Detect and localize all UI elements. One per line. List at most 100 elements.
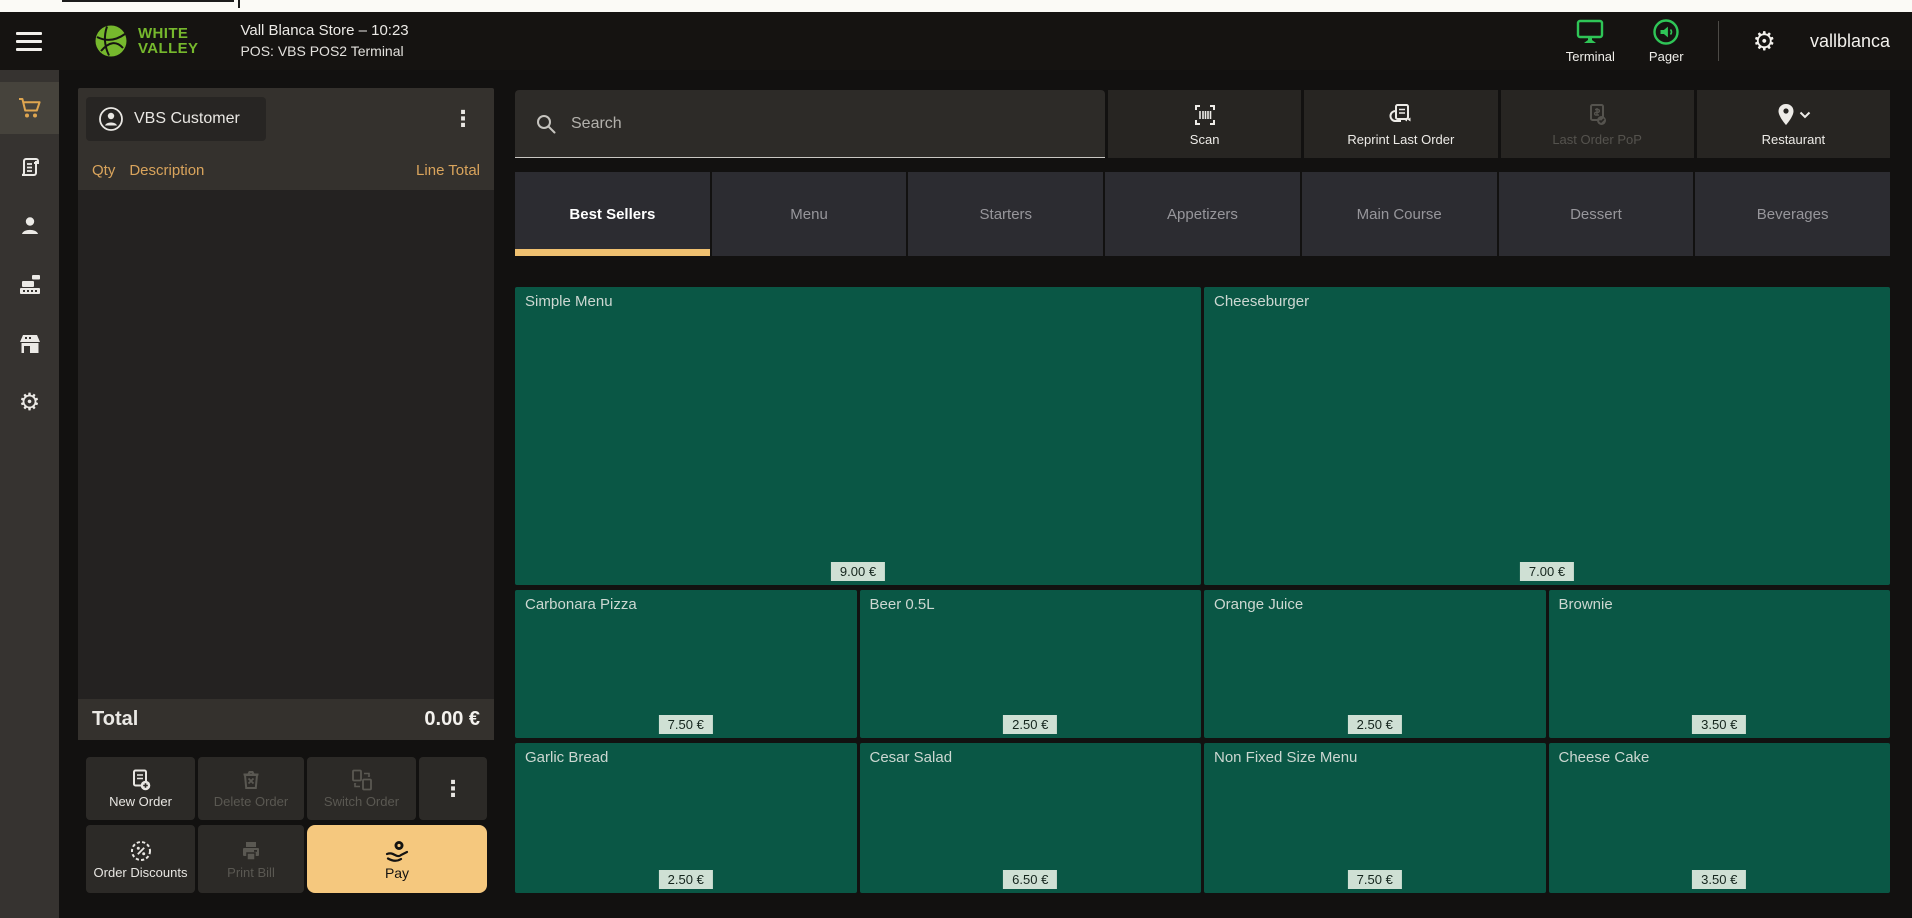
- price-badge: 2.50 €: [1348, 715, 1402, 734]
- customer-circle-icon: [98, 106, 124, 132]
- orders-receipt-icon: [18, 155, 42, 179]
- logo-wordmark: WHITE VALLEY: [138, 26, 198, 56]
- printer-icon: [239, 839, 263, 863]
- store-info: Vall Blanca Store – 10:23 POS: VBS POS2 …: [240, 21, 408, 61]
- pay-button[interactable]: Pay: [307, 825, 487, 893]
- new-order-button[interactable]: New Order: [86, 757, 195, 820]
- product-tile-cheeseburger[interactable]: Cheeseburger 7.00 €: [1204, 287, 1890, 585]
- print-bill-button[interactable]: Print Bill: [198, 825, 304, 893]
- delete-order-trash-icon: [239, 768, 263, 792]
- topbar-divider: [1718, 21, 1719, 61]
- browser-edge-artifact-tick: [238, 0, 240, 8]
- category-tabs: Best SellersMenuStartersAppetizersMain C…: [515, 172, 1890, 256]
- tab-dessert[interactable]: Dessert: [1499, 172, 1694, 256]
- new-order-icon: [129, 768, 153, 792]
- tab-appetizers[interactable]: Appetizers: [1105, 172, 1300, 256]
- order-lines-empty: [78, 190, 494, 699]
- last-order-pop-icon: [1584, 102, 1610, 128]
- price-badge: 7.50 €: [1348, 870, 1402, 889]
- settings-gear-icon: ⚙: [19, 391, 41, 415]
- price-badge: 9.00 €: [831, 562, 885, 581]
- switch-order-button[interactable]: Switch Order: [307, 757, 416, 820]
- product-tile-carbonara-pizza[interactable]: Carbonara Pizza 7.50 €: [515, 590, 857, 738]
- scan-button[interactable]: Scan: [1108, 90, 1301, 158]
- order-panel-menu-button[interactable]: ⋮: [444, 104, 482, 134]
- search-bar[interactable]: [515, 90, 1105, 158]
- store-icon: [17, 332, 43, 356]
- sidebar-item-store[interactable]: [0, 318, 59, 370]
- price-badge: 7.50 €: [659, 715, 713, 734]
- location-pin-icon: [1775, 102, 1797, 128]
- sidebar-item-cash-register[interactable]: [0, 259, 59, 311]
- price-badge: 3.50 €: [1692, 715, 1746, 734]
- order-actions: New Order Delete Order Switch Order ⋮ O: [86, 757, 488, 893]
- reprint-last-order-button[interactable]: Reprint Last Order: [1304, 90, 1497, 158]
- catalog-toolbar: Scan Reprint Last Order Last Order PoP: [515, 90, 1890, 158]
- price-badge: 6.50 €: [1003, 870, 1057, 889]
- settings-gear-button[interactable]: ⚙: [1753, 28, 1776, 54]
- store-name-time: Vall Blanca Store – 10:23: [240, 21, 408, 41]
- discount-badge-icon: [129, 839, 153, 863]
- globe-logo-icon: [92, 22, 130, 60]
- order-discounts-button[interactable]: Order Discounts: [86, 825, 195, 893]
- col-line-total: Line Total: [416, 162, 480, 179]
- tab-best-sellers[interactable]: Best Sellers: [515, 172, 710, 256]
- gear-icon: ⚙: [1753, 26, 1776, 56]
- terminal-monitor-icon: [1575, 19, 1605, 46]
- terminal-status[interactable]: Terminal: [1566, 19, 1615, 64]
- barcode-scan-icon: [1192, 102, 1218, 128]
- product-tile-simple-menu[interactable]: Simple Menu 9.00 €: [515, 287, 1201, 585]
- sidebar-item-customers[interactable]: [0, 200, 59, 252]
- browser-edge-strip: [0, 0, 1912, 12]
- col-description: Description: [129, 162, 204, 179]
- product-tile-beer-0-5l[interactable]: Beer 0.5L 2.50 €: [860, 590, 1202, 738]
- col-qty: Qty: [92, 162, 115, 179]
- order-panel: VBS Customer ⋮ Qty Description Line Tota…: [78, 88, 494, 740]
- search-icon: [535, 113, 557, 135]
- product-tile-orange-juice[interactable]: Orange Juice 2.50 €: [1204, 590, 1546, 738]
- price-badge: 2.50 €: [1003, 715, 1057, 734]
- white-valley-logo: WHITE VALLEY: [92, 22, 198, 60]
- hamburger-menu-button[interactable]: [16, 32, 50, 51]
- customer-name: VBS Customer: [134, 110, 240, 128]
- customer-select-button[interactable]: VBS Customer: [86, 97, 266, 141]
- tab-menu[interactable]: Menu: [712, 172, 907, 256]
- product-tile-garlic-bread[interactable]: Garlic Bread 2.50 €: [515, 743, 857, 893]
- product-tile-brownie[interactable]: Brownie 3.50 €: [1549, 590, 1891, 738]
- price-badge: 3.50 €: [1692, 870, 1746, 889]
- pager-status[interactable]: Pager: [1649, 18, 1684, 64]
- product-tile-cesar-salad[interactable]: Cesar Salad 6.50 €: [860, 743, 1202, 893]
- cart-icon: [17, 96, 43, 120]
- more-order-actions-button[interactable]: ⋮: [419, 757, 487, 820]
- hamburger-icon: [16, 32, 42, 35]
- product-grid: Simple Menu 9.00 € Cheeseburger 7.00 € C…: [515, 287, 1890, 893]
- terminal-label: Terminal: [1566, 49, 1615, 64]
- total-label: Total: [92, 708, 138, 731]
- total-value: 0.00 €: [424, 708, 480, 731]
- pos-terminal-name: POS: VBS POS2 Terminal: [240, 41, 408, 61]
- reprint-receipt-icon: [1388, 102, 1414, 128]
- product-tile-cheese-cake[interactable]: Cheese Cake 3.50 €: [1549, 743, 1891, 893]
- cash-register-icon: [17, 273, 43, 297]
- sidebar-item-settings[interactable]: ⚙: [0, 377, 59, 429]
- pay-hand-coin-icon: [384, 839, 410, 863]
- tab-main-course[interactable]: Main Course: [1302, 172, 1497, 256]
- sidebar-item-orders[interactable]: [0, 141, 59, 193]
- top-app-bar: WHITE VALLEY Vall Blanca Store – 10:23 P…: [0, 12, 1912, 70]
- restaurant-selector-button[interactable]: Restaurant: [1697, 90, 1890, 158]
- search-input[interactable]: [571, 115, 1051, 133]
- logged-in-username: vallblanca: [1810, 31, 1890, 52]
- chevron-down-icon: [1799, 111, 1811, 119]
- left-nav-rail: ⚙: [0, 70, 59, 918]
- product-tile-non-fixed-size-menu[interactable]: Non Fixed Size Menu 7.50 €: [1204, 743, 1546, 893]
- sidebar-item-cart[interactable]: [0, 82, 59, 134]
- tab-beverages[interactable]: Beverages: [1695, 172, 1890, 256]
- delete-order-button[interactable]: Delete Order: [198, 757, 304, 820]
- order-total-row: Total 0.00 €: [78, 699, 494, 740]
- tab-starters[interactable]: Starters: [908, 172, 1103, 256]
- last-order-pop-button[interactable]: Last Order PoP: [1501, 90, 1694, 158]
- switch-order-icon: [350, 768, 374, 792]
- browser-edge-artifact: [62, 0, 234, 2]
- price-badge: 7.00 €: [1520, 562, 1574, 581]
- kebab-icon: ⋮: [452, 106, 474, 131]
